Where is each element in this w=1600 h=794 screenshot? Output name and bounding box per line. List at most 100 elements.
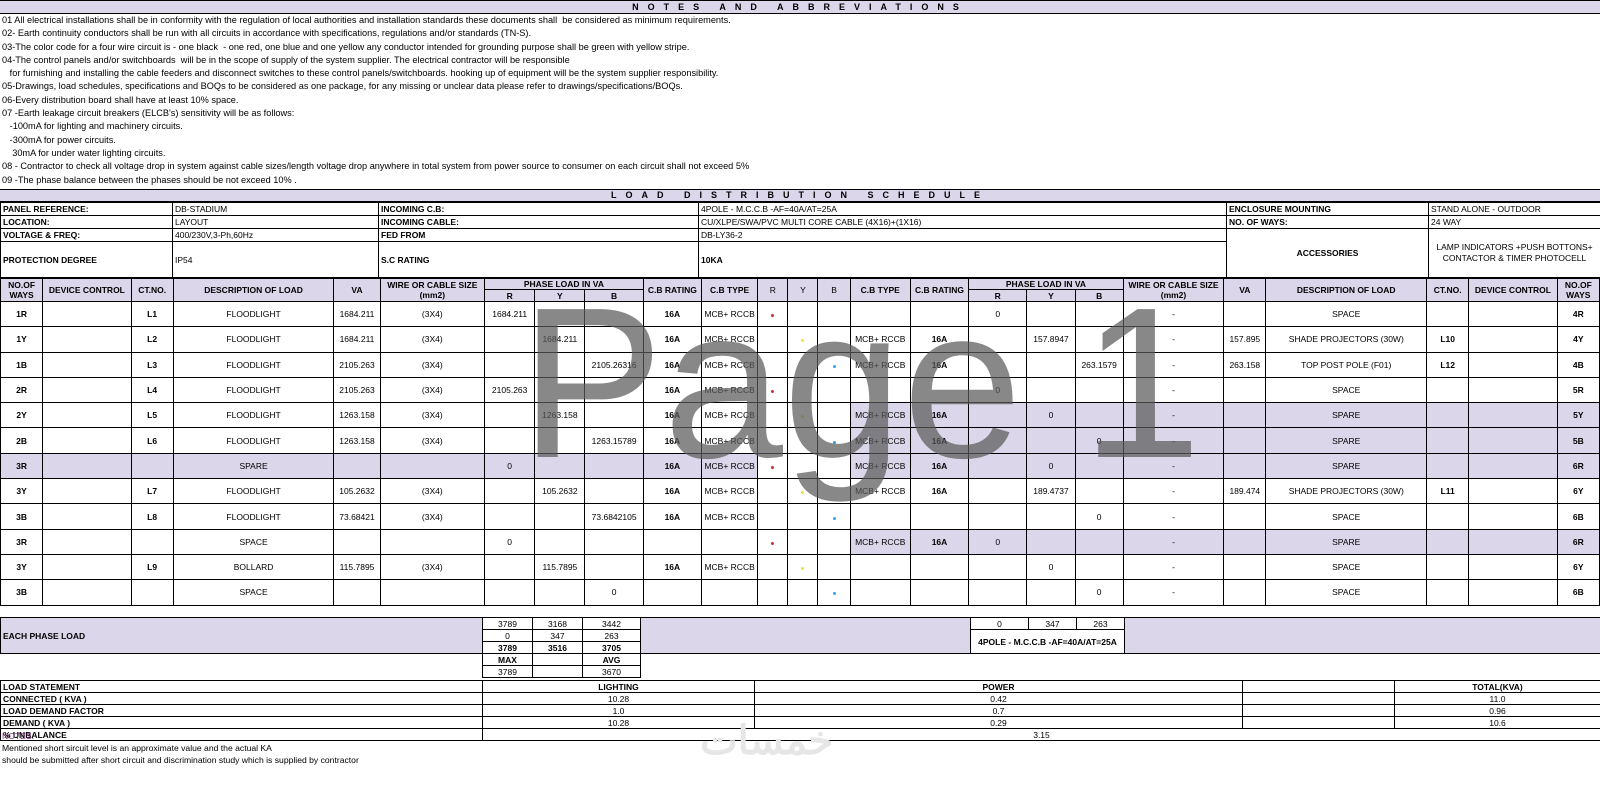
load-description-right: SPARE xyxy=(1265,427,1428,454)
avg-value: 3670 xyxy=(582,665,641,678)
device-control-right xyxy=(1468,503,1558,530)
phase-y-value-right: 189.4737 xyxy=(1026,478,1076,505)
phase-r2: 0 xyxy=(482,629,533,642)
cb-type: MCB+ RCCB xyxy=(700,452,759,480)
hdr-b-mid: B xyxy=(817,278,851,302)
phase-b-indicator xyxy=(817,326,851,353)
hdr-r-right: R xyxy=(968,289,1028,302)
va-value-right xyxy=(1223,300,1267,328)
phase-y-value: 105.2632 xyxy=(534,478,586,505)
cb-rating: 16A xyxy=(642,503,703,530)
ct-number xyxy=(130,528,174,555)
phase-y-indicator xyxy=(787,579,819,606)
location-label: LOCATION: xyxy=(0,215,173,229)
ls-power: 0.7 xyxy=(754,704,1243,717)
note-line: 30mA for under water lighting circuits. xyxy=(2,147,166,158)
phase-y-value xyxy=(534,503,586,530)
load-statement-title: LOAD STATEMENT xyxy=(0,680,483,693)
phase-b-value-right xyxy=(1074,402,1124,429)
device-control xyxy=(42,452,132,480)
va-value-right xyxy=(1223,553,1267,581)
cb-rating-right: 16A xyxy=(909,452,970,480)
load-description: FLOODLIGHT xyxy=(172,503,335,530)
way-label-right: 6B xyxy=(1556,503,1600,530)
phase-b-indicator xyxy=(817,478,851,505)
device-control-right xyxy=(1468,579,1558,606)
device-control-right xyxy=(1468,300,1558,328)
phase-b-indicator xyxy=(817,579,851,606)
load-description-right: SPARE xyxy=(1265,402,1428,429)
load-description: SPACE xyxy=(172,579,335,606)
cb-type-right: MCB+ RCCB xyxy=(849,427,911,454)
cb-type-right xyxy=(849,376,911,404)
phase-r-value-right xyxy=(968,553,1028,581)
hdr-desc: DESCRIPTION OF LOAD xyxy=(172,278,335,302)
phase-r-value xyxy=(484,351,536,378)
max-gap xyxy=(532,665,583,678)
hdr-ct-right: CT.NO. xyxy=(1426,278,1470,302)
phase-b-value-right xyxy=(1074,300,1124,328)
phase-y-value-right: 0 xyxy=(1026,553,1076,581)
va-value-right xyxy=(1223,402,1267,429)
ct-number-right xyxy=(1426,402,1470,429)
ct-number-right: L11 xyxy=(1426,478,1470,505)
load-statement-row: LOAD DEMAND FACTOR 1.0 0.7 0.96 xyxy=(0,704,1600,717)
phase-y-value: 1684.211 xyxy=(534,326,586,353)
accessories-label: ACCESSORIES xyxy=(1226,228,1429,278)
red-phase-dot-icon xyxy=(771,465,775,469)
circuit-row: 1Y L2 FLOODLIGHT 1684.211 (3X4) 1684.211 16A MC… xyxy=(0,326,1600,353)
protection-label: PROTECTION DEGREE xyxy=(0,241,173,278)
load-statement-row: CONNECTED ( KVA ) 10.28 0.42 11.0 xyxy=(0,692,1600,705)
device-control xyxy=(42,553,132,581)
phase-r-indicator xyxy=(757,528,789,555)
phase-b-value: 2105.26316 xyxy=(584,351,644,378)
ct-number-right xyxy=(1426,528,1470,555)
phase-b-indicator xyxy=(817,503,851,530)
phase-y-indicator xyxy=(787,376,819,404)
load-description: FLOODLIGHT xyxy=(172,478,335,505)
phase-y-value xyxy=(534,300,586,328)
phase-b-indicator xyxy=(817,528,851,555)
way-label-right: 4Y xyxy=(1556,326,1600,353)
note-line: 03-The color code for a four wire circui… xyxy=(2,41,690,52)
phase-y-indicator xyxy=(787,326,819,353)
notes-title-bar: NOTES AND ABBREVIATIONS xyxy=(0,0,1600,14)
ct-number: L8 xyxy=(130,503,174,530)
hdr-cb-type-right: C.B TYPE xyxy=(849,278,911,302)
phase-b-value-right: 0 xyxy=(1074,427,1124,454)
way-label-right: 5R xyxy=(1556,376,1600,404)
cb-type: MCB+ RCCB xyxy=(700,427,759,454)
power-header: POWER xyxy=(754,680,1243,693)
cable-size-right: - xyxy=(1122,376,1225,404)
va-value: 2105.263 xyxy=(333,376,381,404)
phase-b-value xyxy=(584,452,644,480)
ls-total: 10.6 xyxy=(1394,716,1600,729)
phase-b-value xyxy=(584,402,644,429)
phase-summary-table: EACH PHASE LOAD 3789 3168 3442 0 347 263… xyxy=(0,617,1600,678)
cb-type-right xyxy=(849,553,911,581)
hdr-cb-type: C.B TYPE xyxy=(700,278,759,302)
cb-rating: 16A xyxy=(642,376,703,404)
phase-y-indicator xyxy=(787,427,819,454)
phase-r-indicator xyxy=(757,376,789,404)
circuit-row: 3R SPACE 0 MCB+ RCCB 16A 0- SPARE 6R xyxy=(0,528,1600,555)
panel-info-table: PANEL REFERENCE: DB-STADIUM INCOMING C.B… xyxy=(0,202,1600,278)
watermark-logo: خمسات xyxy=(700,719,834,763)
load-description: BOLLARD xyxy=(172,553,335,581)
phase-r1: 3789 xyxy=(482,617,533,630)
accessories-value: LAMP INDICATORS +PUSH BOTTONS+ CONTACTOR… xyxy=(1428,228,1600,278)
hdr-phase-right: PHASE LOAD IN VA xyxy=(968,278,1124,290)
ct-number: L4 xyxy=(130,376,174,404)
ct-number-right xyxy=(1426,376,1470,404)
cb-type-right: MCB+ RCCB xyxy=(849,452,911,480)
cb-rating-right: 16A xyxy=(909,528,970,555)
ct-number-right xyxy=(1426,427,1470,454)
phase-b-value xyxy=(584,326,644,353)
device-control-right xyxy=(1468,326,1558,353)
va-value: 1684.211 xyxy=(333,300,381,328)
cable-size-right: - xyxy=(1122,503,1225,530)
device-control xyxy=(42,478,132,505)
hdr-phase: PHASE LOAD IN VA xyxy=(484,278,644,290)
red-phase-dot-icon xyxy=(771,390,775,394)
phase-y-value xyxy=(534,452,586,480)
